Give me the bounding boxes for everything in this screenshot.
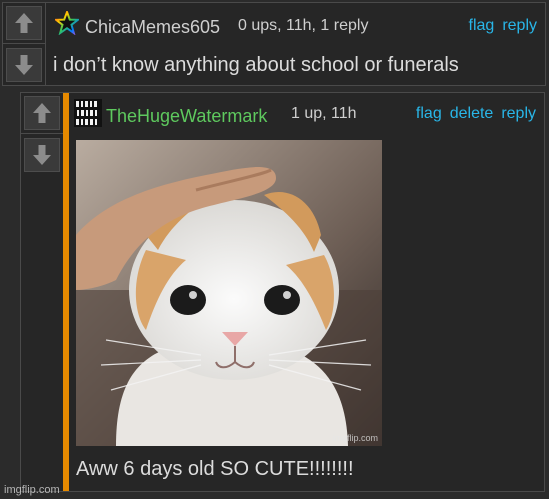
comment-meta: 0 ups, 11h, 1 reply bbox=[238, 17, 369, 34]
rainbow-star-avatar-icon[interactable] bbox=[55, 11, 79, 35]
vote-divider bbox=[3, 43, 45, 44]
downvote-button[interactable] bbox=[6, 48, 42, 82]
comment-actions: flag reply bbox=[461, 17, 537, 35]
binary-code-avatar-icon[interactable] bbox=[74, 99, 102, 127]
cat-photo-illustration bbox=[76, 140, 382, 446]
vote-column bbox=[20, 93, 64, 491]
imgflip-watermark: imgflip.com bbox=[4, 484, 60, 496]
downvote-button[interactable] bbox=[24, 138, 60, 172]
vote-column bbox=[3, 3, 46, 85]
comment-text: Aww 6 days old SO CUTE!!!!!!!! bbox=[76, 458, 354, 480]
comment-actions: flag delete reply bbox=[408, 105, 536, 123]
delete-link[interactable]: delete bbox=[450, 105, 494, 122]
arrow-up-icon bbox=[15, 13, 33, 33]
vote-divider bbox=[21, 133, 63, 134]
comment-2-reply: TheHugeWatermark 1 up, 11h flag delete rep… bbox=[20, 92, 545, 492]
reply-link[interactable]: reply bbox=[501, 105, 536, 122]
arrow-down-icon bbox=[33, 145, 51, 165]
comment-text: i don’t know anything about school or fu… bbox=[53, 54, 459, 76]
comment-meta: 1 up, 11h bbox=[291, 105, 357, 122]
cat-photo[interactable]: imgflip.com bbox=[76, 140, 382, 446]
arrow-down-icon bbox=[15, 55, 33, 75]
comment-username[interactable]: TheHugeWatermark bbox=[106, 106, 267, 127]
upvote-button[interactable] bbox=[6, 6, 42, 40]
comment-username[interactable]: ChicaMemes605 bbox=[85, 17, 220, 38]
photo-watermark: imgflip.com bbox=[332, 433, 378, 443]
arrow-up-icon bbox=[33, 103, 51, 123]
reply-link[interactable]: reply bbox=[502, 17, 537, 34]
comment-1: ChicaMemes605 0 ups, 11h, 1 reply flag re… bbox=[2, 2, 546, 86]
flag-link[interactable]: flag bbox=[416, 105, 442, 122]
reply-thread-bar bbox=[63, 93, 69, 491]
upvote-button[interactable] bbox=[24, 96, 60, 130]
flag-link[interactable]: flag bbox=[469, 17, 495, 34]
